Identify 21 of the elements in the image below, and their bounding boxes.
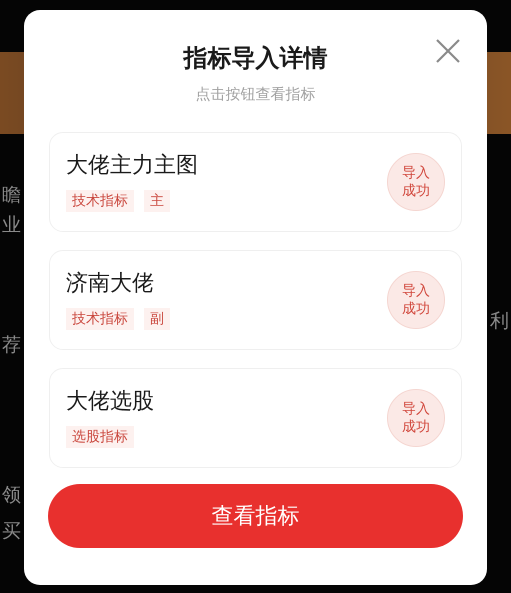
- import-status-badge: 导入成功: [387, 389, 445, 447]
- indicator-tag: 技术指标: [66, 190, 134, 212]
- indicator-tag: 主: [144, 190, 170, 212]
- indicator-tag: 技术指标: [66, 308, 134, 330]
- close-icon[interactable]: [435, 38, 461, 64]
- background-text: 瞻: [2, 186, 21, 205]
- indicator-tag: 副: [144, 308, 170, 330]
- background-text: 业: [2, 216, 21, 235]
- dialog-subtitle: 点击按钮查看指标: [196, 84, 316, 104]
- indicator-name: 济南大佬: [66, 270, 155, 298]
- indicator-tag: 选股指标: [66, 426, 134, 448]
- background-text: 荐: [2, 336, 21, 355]
- import-status-badge: 导入成功: [387, 271, 445, 329]
- view-indicators-button[interactable]: 查看指标: [48, 484, 463, 548]
- dialog-title: 指标导入详情: [184, 43, 328, 74]
- indicator-name: 大佬选股: [66, 388, 154, 416]
- background-text: 利: [490, 310, 509, 332]
- background-text: 领: [2, 486, 21, 505]
- background-text: 买: [2, 522, 21, 541]
- import-status-badge: 导入成功: [387, 153, 445, 211]
- indicator-name: 大佬主力主图: [66, 152, 198, 180]
